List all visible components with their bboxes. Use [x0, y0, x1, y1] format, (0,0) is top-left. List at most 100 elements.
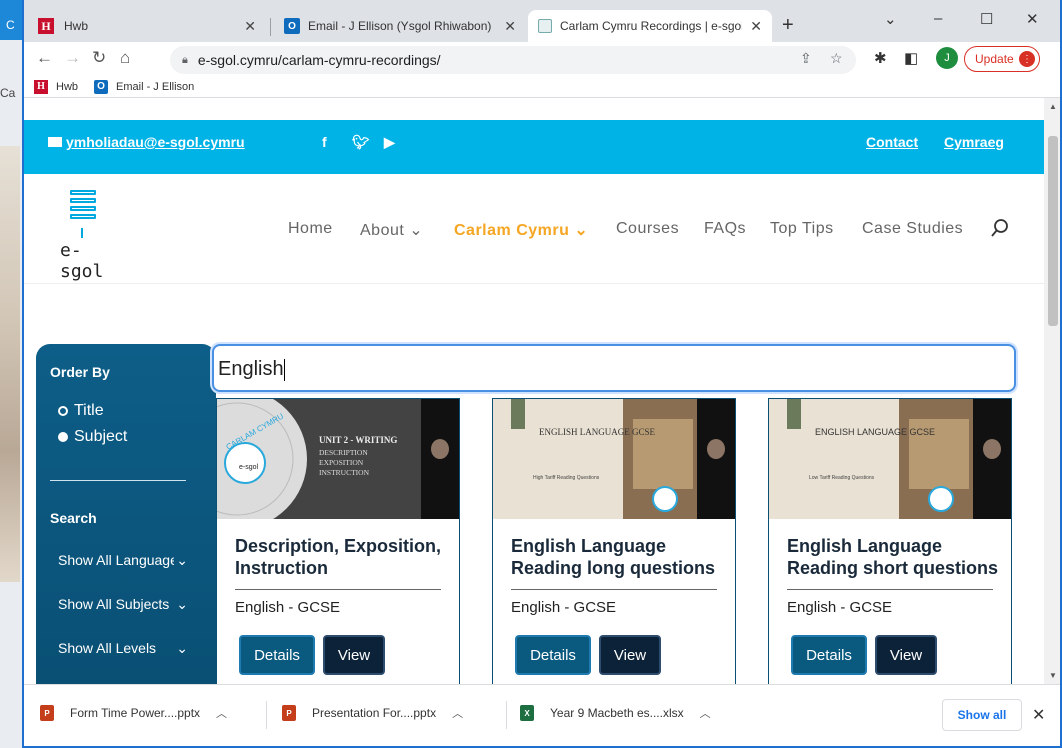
outlook-icon: O	[94, 79, 109, 94]
slide-heading: UNIT 2 - WRITING	[319, 435, 397, 445]
reload-icon[interactable]: ↻	[92, 48, 106, 68]
nav-case-studies[interactable]: Case Studies	[862, 220, 963, 238]
chevron-down-icon: ⌄	[176, 640, 188, 656]
details-button[interactable]: Details	[791, 635, 867, 675]
recording-thumbnail[interactable]: e-sgol CARLAM CYMRU UNIT 2 - WRITING DES…	[217, 399, 459, 519]
card-title: Description, Exposition, Instruction	[235, 536, 442, 578]
bookmark-email[interactable]: O Email - J Ellison	[94, 79, 195, 94]
download-item[interactable]: P Presentation For....pptx ︿	[282, 705, 463, 721]
facebook-icon[interactable]: f	[322, 134, 327, 150]
download-item[interactable]: P Form Time Power....pptx ︿	[40, 705, 227, 721]
radio-empty-icon[interactable]	[58, 406, 68, 416]
recording-card: ENGLISH LANGUAGE GCSE High Tariff Readin…	[492, 398, 736, 684]
radio-filled-icon[interactable]	[58, 432, 68, 442]
download-filename: Form Time Power....pptx	[70, 706, 201, 720]
download-item[interactable]: X Year 9 Macbeth es....xlsx ︿	[520, 705, 711, 721]
scrollbar-thumb[interactable]	[1048, 136, 1058, 326]
youtube-icon[interactable]: ▶	[384, 134, 395, 151]
details-button[interactable]: Details	[515, 635, 591, 675]
minimize-icon[interactable]: –	[934, 10, 942, 27]
nav-carlam-cymru[interactable]: Carlam Cymru ⌄	[454, 220, 588, 240]
address-bar[interactable]: 🔒︎ e-sgol.cymru/carlam-cymru-recordings/…	[170, 46, 856, 74]
lock-icon: 🔒︎	[182, 53, 188, 66]
tab-carlam-cymru[interactable]: Carlam Cymru Recordings | e-sgol ✕	[528, 10, 772, 42]
search-value: English	[218, 358, 284, 380]
scroll-up-icon[interactable]: ▲	[1049, 102, 1057, 111]
side-panel-icon[interactable]: ◧	[904, 49, 918, 67]
twitter-icon[interactable]: 🐦︎	[352, 134, 370, 151]
view-button[interactable]: View	[323, 635, 385, 675]
e-sgol-logo[interactable]: e-sgol	[48, 190, 118, 282]
cymraeg-link[interactable]: Cymraeg	[944, 134, 1004, 150]
tab-hwb[interactable]: H Hwb ✕	[28, 10, 266, 42]
nav-about[interactable]: About ⌄	[360, 220, 423, 240]
tab-title: Carlam Cymru Recordings | e-sgol	[560, 19, 743, 33]
slide-heading: ENGLISH LANGUAGE GCSE	[539, 427, 655, 437]
recording-card: ENGLISH LANGUAGE GCSE Low Tariff Reading…	[768, 398, 1012, 684]
card-subject: English - GCSE	[511, 599, 617, 616]
extensions-icon[interactable]: ✱	[874, 49, 887, 67]
tab-strip: H Hwb ✕ O Email - J Ellison (Ysgol Rhiwa…	[24, 0, 1060, 42]
window-close-icon[interactable]: ✕	[1026, 10, 1039, 28]
search-icon[interactable]	[990, 218, 1010, 238]
view-button[interactable]: View	[599, 635, 661, 675]
nav-faqs[interactable]: FAQs	[704, 220, 746, 238]
share-icon[interactable]: ⇪	[800, 50, 812, 67]
tab-title: Hwb	[64, 19, 89, 33]
close-icon[interactable]: ✕	[750, 18, 762, 35]
order-by-heading: Order By	[50, 364, 110, 380]
recording-thumbnail[interactable]: ENGLISH LANGUAGE GCSE High Tariff Readin…	[493, 399, 735, 519]
powerpoint-file-icon: P	[282, 705, 296, 721]
update-button[interactable]: Update ⋮	[964, 46, 1040, 72]
dropdown-label: Show All Subjects	[58, 596, 170, 612]
subject-filter-dropdown[interactable]: Show All Subjects ⌄	[58, 596, 188, 613]
hwb-icon: H	[38, 18, 54, 34]
recordings-search-input[interactable]: English	[212, 344, 1016, 392]
card-subject: English - GCSE	[235, 599, 341, 616]
details-button[interactable]: Details	[239, 635, 315, 675]
chevron-up-icon[interactable]: ︿	[216, 705, 227, 721]
close-icon[interactable]: ✕	[504, 18, 516, 35]
bookmark-hwb[interactable]: H Hwb	[34, 79, 78, 94]
powerpoint-file-icon: P	[40, 705, 54, 721]
maximize-icon[interactable]: ☐	[980, 10, 993, 28]
nav-top-tips[interactable]: Top Tips	[770, 220, 834, 238]
recording-card: e-sgol CARLAM CYMRU UNIT 2 - WRITING DES…	[216, 398, 460, 684]
view-button[interactable]: View	[875, 635, 937, 675]
level-filter-dropdown[interactable]: Show All Levels ⌄	[58, 640, 188, 657]
bookmark-star-icon[interactable]: ☆	[830, 50, 843, 67]
profile-avatar[interactable]: J	[936, 47, 958, 69]
order-subject-option[interactable]: Subject	[58, 428, 127, 446]
home-icon[interactable]: ⌂	[120, 48, 130, 68]
page-scrollbar[interactable]: ▲ ▼	[1044, 98, 1060, 684]
order-title-option[interactable]: Title	[58, 402, 104, 420]
page-viewport: ymholiadau@e-sgol.cymru f 🐦︎ ▶ Contact C…	[24, 98, 1044, 684]
filter-sidebar: Order By Title Subject Search Show All L…	[36, 344, 216, 684]
show-all-downloads-button[interactable]: Show all	[942, 699, 1022, 731]
download-filename: Presentation For....pptx	[312, 706, 437, 720]
recording-thumbnail[interactable]: ENGLISH LANGUAGE GCSE Low Tariff Reading…	[769, 399, 1011, 519]
url-text: e-sgol.cymru/carlam-cymru-recordings/	[197, 52, 441, 68]
email-text: ymholiadau@e-sgol.cymru	[66, 134, 245, 150]
nav-courses[interactable]: Courses	[616, 220, 679, 238]
download-filename: Year 9 Macbeth es....xlsx	[550, 706, 684, 720]
bookmark-label: Email - J Ellison	[116, 80, 195, 93]
back-icon[interactable]: ←	[36, 48, 53, 68]
more-menu-icon[interactable]: ⋮	[1019, 51, 1035, 67]
language-filter-dropdown[interactable]: Show All Languages ⌄	[58, 552, 188, 569]
background-photo	[0, 146, 20, 582]
chevron-up-icon[interactable]: ︿	[452, 705, 463, 721]
outlook-icon: O	[284, 18, 300, 34]
divider	[50, 480, 186, 481]
close-icon[interactable]: ✕	[244, 18, 256, 35]
new-tab-button[interactable]: +	[782, 14, 794, 37]
close-downloads-icon[interactable]: ✕	[1032, 705, 1045, 725]
forward-icon[interactable]: →	[64, 48, 81, 68]
contact-link[interactable]: Contact	[866, 134, 918, 150]
scroll-down-icon[interactable]: ▼	[1049, 671, 1057, 680]
chevron-up-icon[interactable]: ︿	[700, 705, 711, 721]
tab-email[interactable]: O Email - J Ellison (Ysgol Rhiwabon) ✕	[274, 10, 526, 42]
tab-search-icon[interactable]: ⌄	[884, 10, 897, 28]
contact-email-link[interactable]: ymholiadau@e-sgol.cymru	[48, 134, 245, 150]
nav-home[interactable]: Home	[288, 220, 333, 238]
